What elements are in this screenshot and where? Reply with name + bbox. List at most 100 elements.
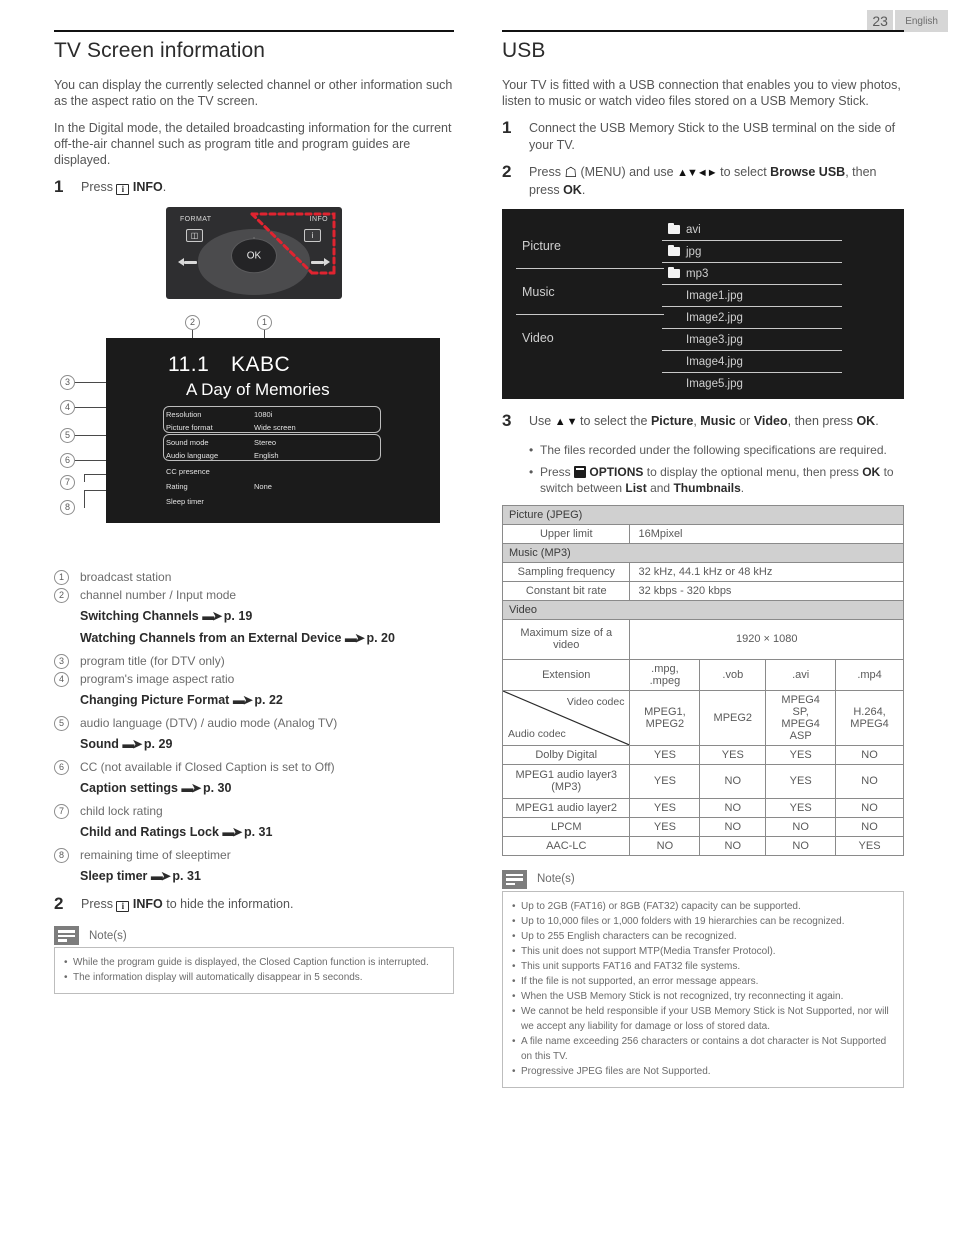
tv-row-key: Sleep timer bbox=[166, 496, 204, 506]
list-item[interactable]: Image3.jpg bbox=[662, 329, 842, 351]
xref-page: p. 29 bbox=[143, 736, 173, 751]
cross-reference[interactable]: Changing Picture Format ▬➤ p. 22 bbox=[80, 693, 454, 708]
callout-8: 8 bbox=[60, 499, 75, 515]
cross-reference[interactable]: Caption settings ▬➤ p. 30 bbox=[80, 781, 454, 796]
option-video: Video bbox=[753, 414, 788, 428]
tv-row-value: Stereo bbox=[254, 437, 277, 447]
dpad-arrows-icon: ▲▼◄► bbox=[677, 167, 718, 179]
legend-number: 3 bbox=[54, 653, 69, 669]
menu-label: (MENU) bbox=[580, 165, 626, 179]
xref-page: p. 22 bbox=[254, 692, 283, 707]
press-word: Press bbox=[81, 180, 113, 194]
step-2: 2 Press i INFO to hide the information. bbox=[54, 895, 454, 913]
notes-icon bbox=[502, 869, 527, 889]
xref-page: p. 20 bbox=[366, 630, 395, 645]
folder-icon bbox=[668, 222, 680, 234]
tv-row-value: 1080i bbox=[254, 409, 273, 419]
page-title: TV Screen information bbox=[54, 39, 266, 62]
usb-category-music[interactable]: Music bbox=[516, 269, 664, 315]
callout-6: 6 bbox=[60, 452, 75, 468]
extension-value: .vob bbox=[699, 658, 767, 691]
support-cell: YES bbox=[629, 797, 701, 818]
table-row: MPEG1 audio layer2 YES NO YES NO bbox=[501, 797, 904, 818]
tv-info-row: CC presence bbox=[166, 465, 378, 478]
usb-category-video[interactable]: Video bbox=[516, 315, 664, 361]
support-cell: NO bbox=[699, 763, 767, 799]
cross-reference[interactable]: Switching Channels ▬➤ p. 19 bbox=[80, 609, 454, 624]
legend-number: 5 bbox=[54, 715, 69, 731]
audio-codec-label: Audio codec bbox=[508, 727, 566, 740]
bullet-icon: • bbox=[512, 1035, 516, 1047]
cross-reference[interactable]: Watching Channels from an External Devic… bbox=[80, 631, 454, 646]
support-cell: YES bbox=[629, 816, 701, 837]
extension-value: .mp4 bbox=[835, 658, 904, 691]
usb-step-2: 2 Press ☖ (MENU) and use ▲▼◄► to select … bbox=[502, 163, 904, 198]
tv-row-key: Resolution bbox=[166, 409, 202, 419]
support-cell: YES bbox=[629, 763, 701, 799]
legend-number: 6 bbox=[54, 759, 69, 775]
extension-label: Extension bbox=[501, 658, 631, 691]
intro-paragraph-1: You can display the currently selected c… bbox=[54, 78, 453, 108]
cross-reference[interactable]: Sleep timer ▬➤ p. 31 bbox=[80, 869, 454, 884]
video-codec-value: MPEG2 bbox=[699, 689, 767, 746]
xref-page: p. 19 bbox=[223, 608, 253, 623]
xref-page: p. 31 bbox=[243, 824, 273, 839]
bullet-icon: • bbox=[512, 945, 516, 957]
usb-file-name: mp3 bbox=[686, 267, 709, 280]
table-row: Dolby Digital YES YES YES NO bbox=[501, 744, 904, 765]
cross-reference[interactable]: Sound ▬➤ p. 29 bbox=[80, 737, 454, 752]
legend-number: 4 bbox=[54, 671, 69, 687]
bullet-icon: • bbox=[512, 1065, 516, 1077]
list-item[interactable]: Image2.jpg bbox=[662, 307, 842, 329]
row-label: Constant bit rate bbox=[501, 580, 631, 601]
video-codec-value: MPEG4 SP, MPEG4 ASP bbox=[765, 689, 837, 746]
bullet-mid: to display the optional menu, then press bbox=[646, 464, 859, 479]
step-2-tail: to hide the information. bbox=[162, 896, 294, 911]
list-item: • When the USB Memory Stick is not recogn… bbox=[512, 989, 894, 1004]
row-label: Sampling frequency bbox=[501, 561, 631, 582]
usb-category-picture[interactable]: Picture bbox=[516, 223, 664, 269]
step-1-number: 1 bbox=[54, 177, 64, 196]
list-item[interactable]: Image5.jpg bbox=[662, 373, 842, 395]
support-cell: YES bbox=[699, 744, 767, 765]
usb-category-list: Picture Music Video bbox=[516, 223, 664, 361]
select-phrase: to select the bbox=[580, 414, 648, 428]
usb-step-2-text: Press ☖ (MENU) and use ▲▼◄► to select Br… bbox=[529, 164, 904, 198]
list-item: 3 program title (for DTV only) bbox=[54, 653, 454, 670]
legend-number: 8 bbox=[54, 847, 69, 863]
option-picture: Picture bbox=[650, 414, 694, 428]
callout-legend-list: 1 broadcast station 2 channel number / I… bbox=[54, 569, 454, 884]
list-item[interactable]: jpg bbox=[662, 241, 842, 263]
note-text: This unit does not support MTP(Media Tra… bbox=[521, 945, 776, 957]
list-item[interactable]: Image4.jpg bbox=[662, 351, 842, 373]
usb-file-name: Image5.jpg bbox=[686, 378, 743, 390]
audio-codec-row-label: MPEG1 audio layer3 (MP3) bbox=[501, 763, 631, 799]
arrow-right-icon: ▬➤ bbox=[344, 630, 365, 645]
list-item[interactable]: Image1.jpg bbox=[662, 285, 842, 307]
list-item: 7 child lock rating bbox=[54, 803, 454, 820]
tv-info-screen-diagram: 2 1 3 4 5 6 7 8 11.1 KABC A Day of Memor… bbox=[54, 314, 454, 565]
ok-label: OK bbox=[563, 182, 582, 197]
support-cell: YES bbox=[629, 744, 701, 765]
tv-row-value: Wide screen bbox=[254, 422, 296, 432]
cross-reference[interactable]: Child and Ratings Lock ▬➤ p. 31 bbox=[80, 825, 454, 840]
usb-file-name: Image3.jpg bbox=[686, 333, 743, 346]
extension-value: .mpg, .mpeg bbox=[629, 658, 701, 691]
tv-row-value: None bbox=[254, 481, 272, 491]
list-item[interactable]: mp3 bbox=[662, 263, 842, 285]
usb-section-title: USB bbox=[502, 39, 546, 62]
callout-2: 2 bbox=[185, 314, 200, 330]
list-item[interactable]: avi bbox=[662, 219, 842, 241]
page-language: English bbox=[895, 10, 948, 32]
support-cell: NO bbox=[699, 835, 767, 856]
notes-body: • Up to 2GB (FAT16) or 8GB (FAT32) capaci… bbox=[502, 890, 904, 1088]
bullet-icon: • bbox=[512, 960, 516, 972]
tv-channel-number: 11.1 bbox=[168, 352, 210, 376]
tv-row-key: Picture format bbox=[166, 422, 213, 432]
callout-3: 3 bbox=[60, 374, 75, 390]
legend-number: 2 bbox=[54, 587, 69, 603]
tv-info-rows: Resolution 1080i Picture format Wide scr… bbox=[166, 408, 378, 508]
codec-axis-header: Video codec Audio codec bbox=[501, 689, 631, 746]
usb-step-3-bullets: • The files recorded under the following… bbox=[529, 442, 904, 496]
table-row: MPEG1 audio layer3 (MP3) YES NO YES NO bbox=[501, 763, 904, 799]
